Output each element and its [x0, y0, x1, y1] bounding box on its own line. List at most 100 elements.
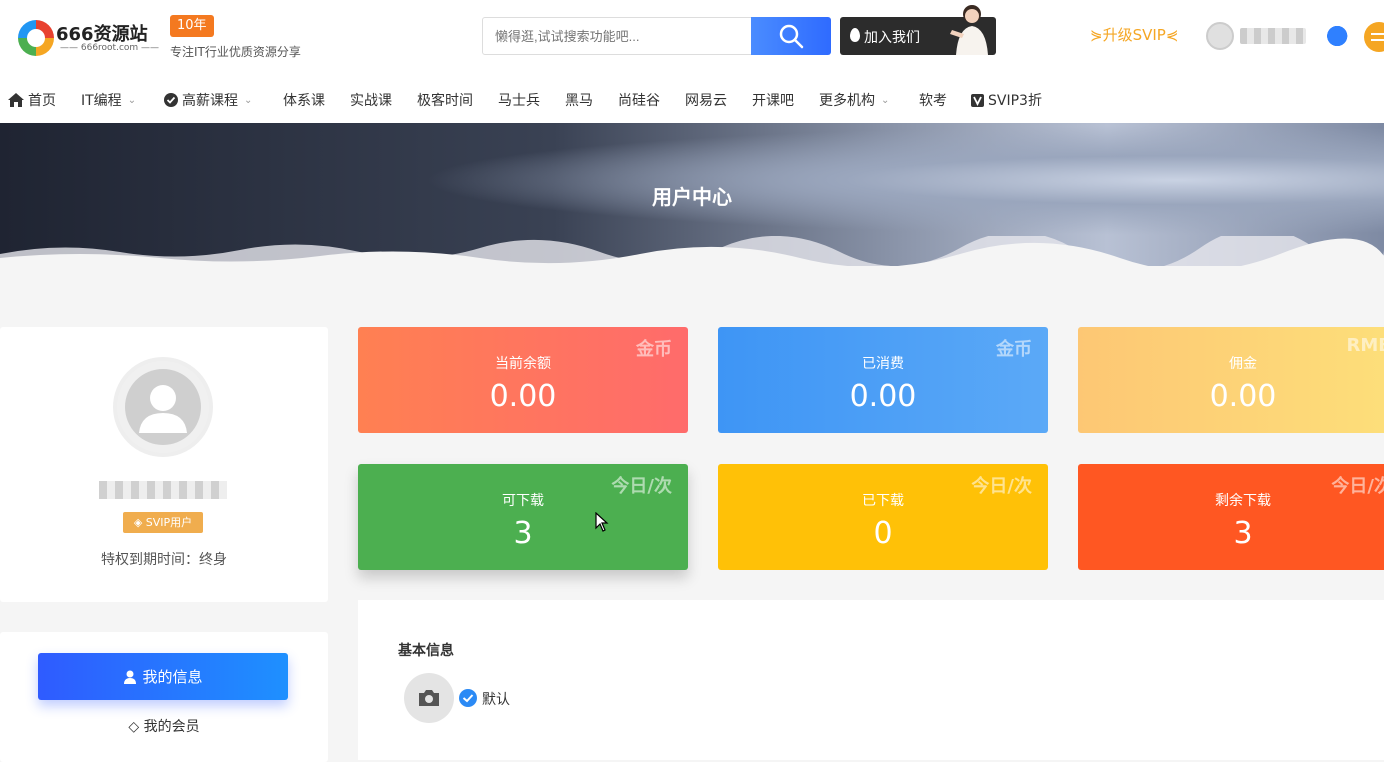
fire-icon [850, 28, 860, 42]
stat-card-downloaded: 今日/次 已下载 0 [718, 464, 1048, 570]
top-header: 666资源站 —— 666root.com —— 10年 专注IT行业优质资源分… [0, 0, 1384, 123]
nav-item-more-orgs[interactable]: 更多机构 ⌄ [819, 90, 889, 110]
default-avatar-label: 默认 [482, 689, 510, 709]
stat-label: 已消费 [718, 353, 1048, 373]
nav-label: 马士兵 [498, 90, 540, 110]
stat-label: 可下载 [358, 490, 688, 510]
check-icon [459, 689, 477, 707]
stat-card-downloadable: 今日/次 可下载 3 [358, 464, 688, 570]
main-nav: 首页 IT编程 ⌄ 高薪课程 ⌄ 体系课 实战课 极客时间 马士兵 黑马 尚硅谷 网… [0, 90, 1384, 118]
username-blurred[interactable] [1240, 28, 1306, 44]
nav-item-high-salary[interactable]: 高薪课程 ⌄ [164, 90, 252, 110]
user-avatar[interactable] [1206, 22, 1234, 50]
nav-item-geek-time[interactable]: 极客时间 [417, 90, 473, 110]
my-vip-label: 我的会员 [144, 719, 200, 735]
nav-item-mashibing[interactable]: 马士兵 [498, 90, 540, 110]
search-input[interactable] [483, 18, 751, 54]
stat-label: 剩余下载 [1078, 490, 1384, 510]
wing-icon: ⋞ [1166, 26, 1179, 44]
vip-v-icon [971, 94, 984, 107]
years-badge: 10年 [170, 15, 214, 37]
check-circle-icon [164, 93, 178, 107]
notification-icon[interactable] [1318, 20, 1350, 52]
chevron-down-icon: ⌄ [244, 95, 252, 106]
stat-card-commission: RMB 佣金 0.00 [1078, 327, 1384, 433]
stat-card-balance: 金币 当前余额 0.00 [358, 327, 688, 433]
nav-item-home[interactable]: 首页 [8, 90, 56, 110]
nav-label: 体系课 [283, 90, 325, 110]
stat-label: 佣金 [1078, 353, 1384, 373]
nav-label: SVIP3折 [988, 90, 1042, 110]
nav-item-svip-discount[interactable]: SVIP3折 [971, 90, 1042, 110]
stat-card-remaining: 今日/次 剩余下载 3 [1078, 464, 1384, 570]
stat-card-spent: 金币 已消费 0.00 [718, 327, 1048, 433]
avatar-upload-button[interactable] [404, 673, 454, 723]
stat-value: 3 [358, 516, 688, 551]
nav-label: 开课吧 [752, 90, 794, 110]
user-center-banner: 用户中心 [0, 123, 1384, 266]
profile-avatar[interactable] [113, 357, 213, 457]
nav-label: 高薪课程 [182, 90, 238, 110]
nav-label: 极客时间 [417, 90, 473, 110]
stat-value: 0.00 [718, 379, 1048, 414]
stat-label: 已下载 [718, 490, 1048, 510]
nav-item-it-programming[interactable]: IT编程 ⌄ [81, 90, 136, 110]
stat-label: 当前余额 [358, 353, 688, 373]
logo-subtitle: —— 666root.com —— [60, 43, 159, 53]
svip-user-badge-label: SVIP用户 [146, 516, 192, 529]
nav-label: 实战课 [350, 90, 392, 110]
page-title: 用户中心 [0, 181, 1384, 210]
chevron-down-icon: ⌄ [881, 95, 889, 106]
join-us-button[interactable]: 加入我们 [840, 17, 996, 55]
nav-item-heima[interactable]: 黑马 [565, 90, 593, 110]
my-info-label: 我的信息 [142, 666, 202, 687]
nav-label: IT编程 [81, 90, 122, 110]
nav-item-netease-cloud[interactable]: 网易云 [685, 90, 727, 110]
basic-info-panel: 基本信息 默认 [358, 600, 1384, 760]
home-icon [8, 93, 24, 107]
my-info-button[interactable]: 我的信息 [38, 653, 288, 700]
mouse-cursor-icon [595, 512, 609, 532]
nav-label: 网易云 [685, 90, 727, 110]
nav-label: 软考 [919, 90, 947, 110]
stat-value: 0.00 [358, 379, 688, 414]
site-slogan: 专注IT行业优质资源分享 [170, 43, 301, 60]
my-vip-link[interactable]: ◇ 我的会员 [0, 716, 328, 736]
wave-decoration [0, 236, 1384, 266]
search-box [482, 17, 830, 55]
upgrade-svip-label: 升级SVIP [1103, 26, 1166, 44]
camera-icon [417, 688, 441, 708]
spokesperson-image [944, 0, 996, 55]
nav-item-shangguigu[interactable]: 尚硅谷 [618, 90, 660, 110]
profile-card: ◈ SVIP用户 特权到期时间：终身 [0, 327, 328, 602]
search-button[interactable] [751, 17, 831, 55]
stat-value: 3 [1078, 516, 1384, 551]
join-us-label: 加入我们 [864, 27, 920, 47]
stat-value: 0 [718, 516, 1048, 551]
side-menu: 我的信息 ◇ 我的会员 [0, 632, 328, 762]
nav-label: 黑马 [565, 90, 593, 110]
user-icon [123, 367, 203, 447]
basic-info-title: 基本信息 [398, 640, 454, 660]
user-icon [123, 670, 137, 684]
diamond-icon: ◇ [128, 719, 143, 735]
menu-icon[interactable] [1364, 22, 1384, 52]
nav-label: 尚硅谷 [618, 90, 660, 110]
nav-item-practice-course[interactable]: 实战课 [350, 90, 392, 110]
profile-username-blurred [99, 481, 227, 499]
stat-value: 0.00 [1078, 379, 1384, 414]
privilege-expire-text: 特权到期时间：终身 [0, 549, 328, 569]
nav-item-ruankao[interactable]: 软考 [919, 90, 947, 110]
diamond-icon: ◈ [134, 516, 146, 529]
nav-label: 更多机构 [819, 90, 875, 110]
wing-icon: ⋟ [1090, 26, 1103, 44]
logo-mark-icon [18, 20, 54, 56]
nav-item-kaikeba[interactable]: 开课吧 [752, 90, 794, 110]
site-logo[interactable]: 666资源站 —— 666root.com —— [18, 18, 153, 58]
svip-user-badge: ◈ SVIP用户 [123, 512, 203, 533]
nav-item-system-course[interactable]: 体系课 [283, 90, 325, 110]
chevron-down-icon: ⌄ [128, 95, 136, 106]
nav-label: 首页 [28, 90, 56, 110]
search-icon [778, 23, 804, 49]
upgrade-svip-link[interactable]: ⋟升级SVIP⋞ [1090, 24, 1178, 45]
